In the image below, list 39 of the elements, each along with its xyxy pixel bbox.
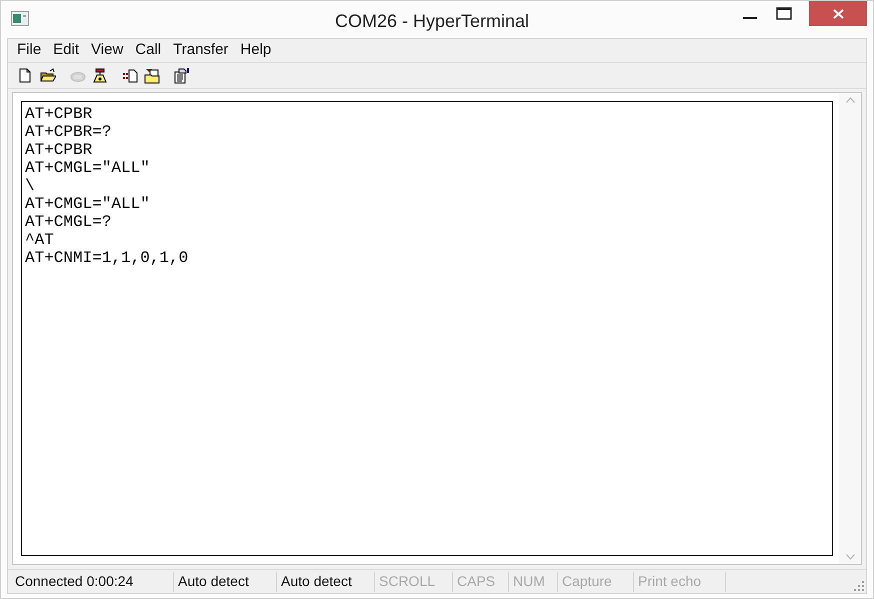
call-button[interactable] — [91, 66, 109, 86]
menu-item[interactable]: Transfer — [167, 39, 234, 62]
status-field: Auto detect — [174, 572, 277, 592]
menu-item[interactable]: Call — [129, 39, 168, 62]
minimize-icon — [743, 17, 757, 19]
send-file-icon — [122, 68, 138, 84]
receive-file-icon — [144, 68, 160, 84]
terminal-line: AT+CMGL="ALL" — [25, 159, 150, 177]
terminal-line: AT+CNMI=1,1,0,1,0 — [25, 249, 188, 267]
scroll-up-icon — [846, 97, 854, 103]
menu-item[interactable]: File — [11, 39, 48, 62]
close-icon — [832, 8, 844, 18]
open-folder-icon — [40, 68, 56, 84]
status-field: Print echo — [634, 572, 726, 592]
terminal-line: AT+CPBR=? — [25, 123, 112, 141]
terminal-line: \ — [25, 177, 35, 195]
menu-item[interactable]: Edit — [47, 39, 86, 62]
window-title: COM26 - HyperTerminal — [335, 10, 530, 33]
close-button[interactable] — [809, 1, 867, 26]
status-field: NUM — [509, 572, 558, 592]
terminal-line: AT+CPBR — [25, 105, 92, 123]
status-field: Capture — [558, 572, 634, 592]
status-field: SCROLL — [375, 572, 453, 592]
terminal-line: ^AT — [25, 231, 54, 249]
status-field: CAPS — [453, 572, 509, 592]
app-icon — [11, 11, 29, 26]
status-field: Auto detect — [277, 572, 375, 592]
menu-item[interactable]: View — [85, 39, 130, 62]
properties-icon — [174, 68, 190, 84]
terminal-line: AT+CMGL=? — [25, 213, 112, 231]
status-field: Connected 0:00:24 — [11, 572, 174, 592]
menu-item[interactable]: Help — [234, 39, 278, 62]
scroll-down-icon — [846, 554, 854, 560]
terminal-line: AT+CMGL="ALL" — [25, 195, 150, 213]
properties-button[interactable] — [173, 66, 191, 86]
scrollbar[interactable] — [839, 93, 861, 564]
maximize-icon — [776, 7, 792, 20]
terminal-line: AT+CPBR — [25, 141, 92, 159]
resize-grip-icon — [854, 581, 864, 591]
